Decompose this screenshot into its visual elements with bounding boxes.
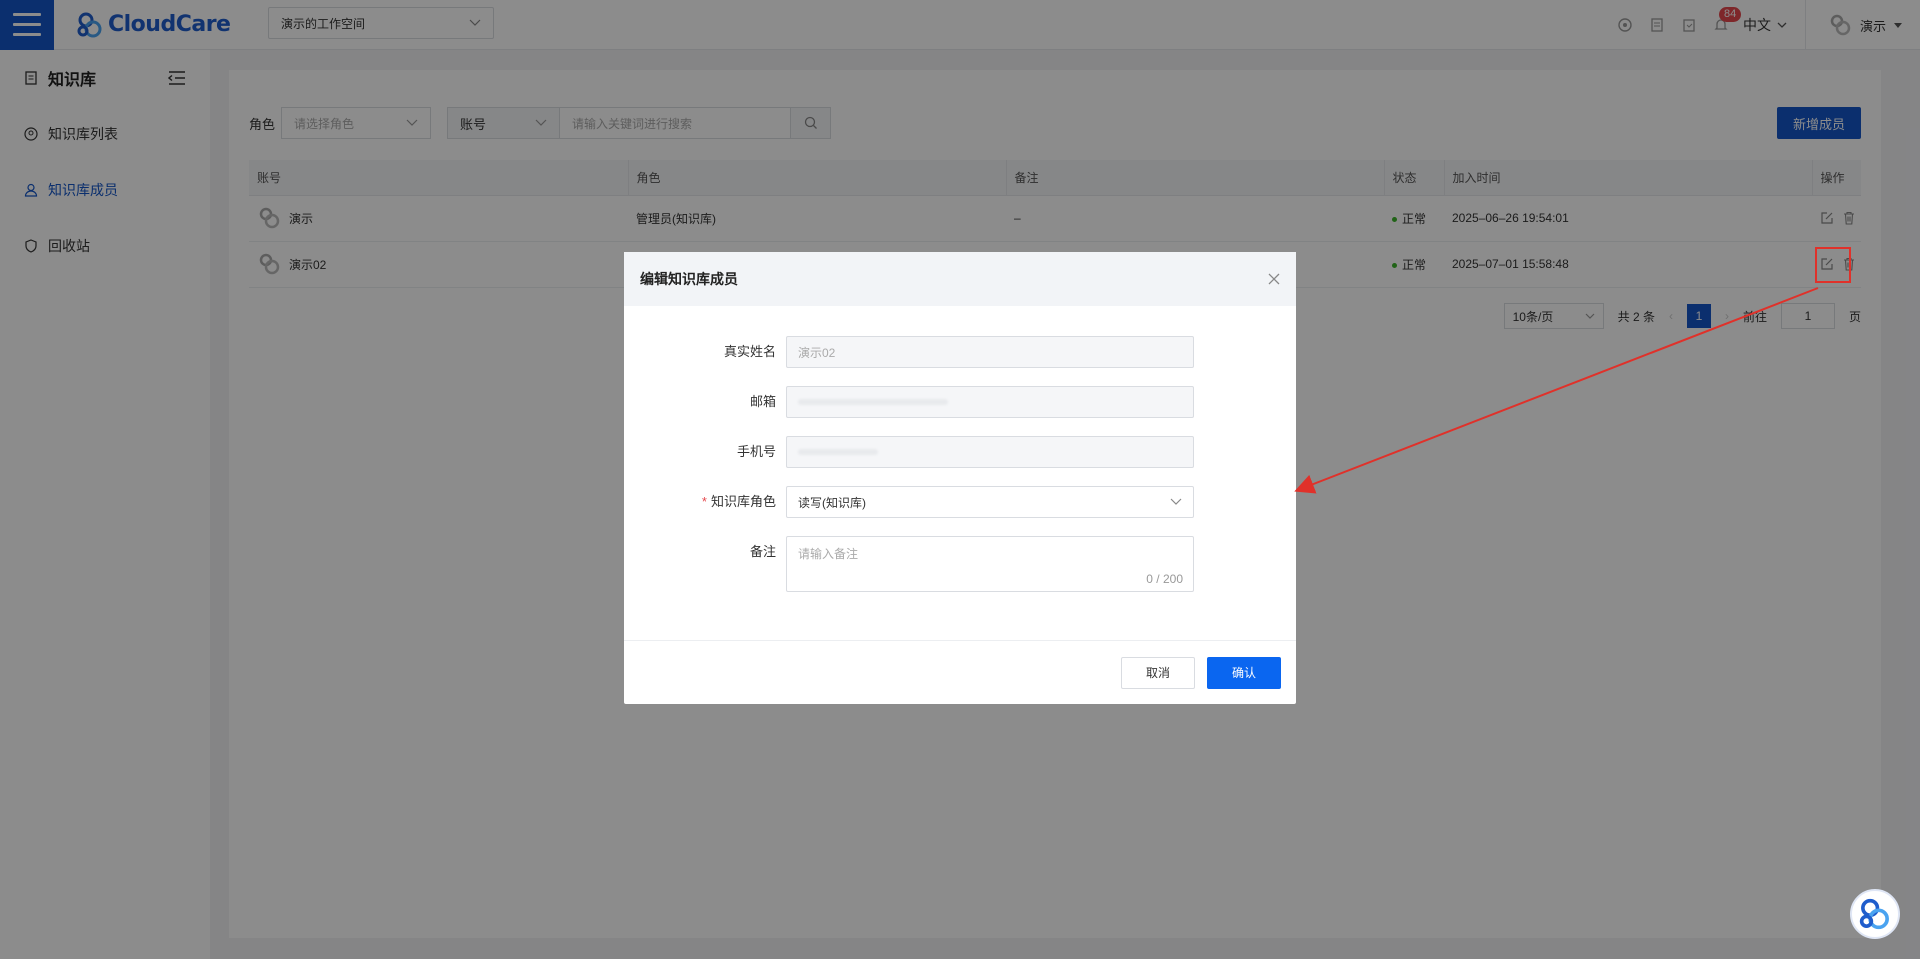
cloudcare-logo-icon: [1859, 898, 1889, 930]
cancel-button[interactable]: 取消: [1121, 656, 1195, 689]
chevron-down-icon: [1170, 498, 1182, 505]
phone-field: [786, 436, 1194, 468]
confirm-button[interactable]: 确认: [1207, 656, 1281, 689]
remark-label: 备注: [749, 544, 776, 559]
dialog-title: 编辑知识库成员: [640, 271, 738, 287]
dialog-footer: 取消 确认: [624, 640, 1296, 704]
role-select[interactable]: 读写(知识库): [786, 486, 1194, 518]
form-row-role: * 知识库角色 读写(知识库): [624, 486, 1296, 518]
name-label: 真实姓名: [723, 344, 776, 359]
phone-label: 手机号: [736, 444, 776, 459]
dialog-header: 编辑知识库成员: [624, 252, 1296, 306]
remark-counter: 0 / 200: [1146, 572, 1183, 586]
role-label: * 知识库角色: [624, 486, 786, 518]
annotation-highlight-box: [1815, 247, 1851, 283]
name-field: 演示02: [786, 336, 1194, 368]
role-select-value: 读写(知识库): [798, 495, 866, 510]
form-row-name: 真实姓名 演示02: [624, 336, 1296, 368]
form-row-phone: 手机号: [624, 436, 1296, 468]
form-row-email: 邮箱: [624, 386, 1296, 418]
role-label-text: 知识库角色: [710, 494, 776, 509]
remark-placeholder: 请输入备注: [798, 547, 859, 561]
assistant-float-button[interactable]: [1850, 889, 1900, 939]
email-label: 邮箱: [749, 394, 776, 409]
close-icon[interactable]: [1268, 273, 1280, 285]
email-field: [786, 386, 1194, 418]
redacted-value: [798, 399, 948, 405]
form-row-remark: 备注 请输入备注 0 / 200: [624, 536, 1296, 592]
edit-member-dialog: 编辑知识库成员 真实姓名 演示02 邮箱 手机号 * 知识库角色 读写(知识库) …: [624, 252, 1296, 704]
redacted-value: [798, 449, 878, 455]
required-mark: *: [701, 494, 707, 509]
remark-textarea[interactable]: 请输入备注 0 / 200: [786, 536, 1194, 592]
